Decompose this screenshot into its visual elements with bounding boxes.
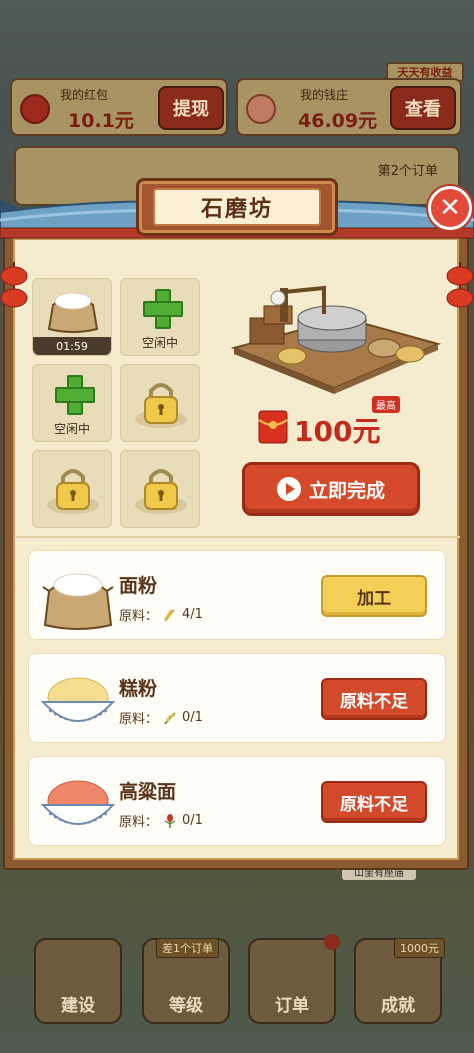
view-button[interactable]: 查看 xyxy=(390,86,456,130)
withdraw-button[interactable]: 提现 xyxy=(158,86,224,130)
left-lantern-icon xyxy=(0,262,28,308)
red-packet-wallet: 我的红包 10.1元 提现 xyxy=(10,78,228,136)
slot-timer: 01:59 xyxy=(33,337,111,355)
max-badge: 最高 xyxy=(372,396,400,413)
recipe-name: 高粱面 xyxy=(119,781,177,803)
material-count: 4/1 xyxy=(182,607,203,622)
cake-flour-bowl-icon xyxy=(40,677,116,722)
recipe-material: 原料： 0/1 xyxy=(119,708,203,727)
bank-wallet: 我的钱庄 46.09元 查看 xyxy=(236,78,462,136)
red-envelope-icon xyxy=(20,94,50,124)
production-slots: 01:59 空闲中 空闲中 xyxy=(32,278,202,530)
slot-locked[interactable] xyxy=(120,450,200,528)
slot-locked[interactable] xyxy=(32,450,112,528)
nav-order-label: 订单 xyxy=(275,996,309,1016)
bank-value: 46.09元 xyxy=(298,110,378,132)
insufficient-material-button[interactable]: 原料不足 xyxy=(321,781,427,823)
complete-now-label: 立即完成 xyxy=(308,479,385,502)
slot-busy[interactable]: 01:59 xyxy=(32,278,112,356)
insufficient-material-button[interactable]: 原料不足 xyxy=(321,678,427,720)
material-count: 0/1 xyxy=(182,710,203,725)
slot-idle[interactable]: 空闲中 xyxy=(32,364,112,442)
slot-idle[interactable]: 空闲中 xyxy=(120,278,200,356)
nav-level-tag: 差1个订单 xyxy=(156,938,219,958)
title-plaque: 石磨坊 xyxy=(136,178,338,236)
nav-level-label: 等级 xyxy=(169,996,203,1016)
complete-now-button[interactable]: 立即完成 xyxy=(242,462,420,516)
lock-icon xyxy=(135,469,187,514)
nav-achievement-tag: 1000元 xyxy=(394,938,445,958)
max-reward: 100元 最高 xyxy=(258,396,438,448)
stone-mill-icon xyxy=(230,285,442,394)
nav-achievement-label: 成就 xyxy=(381,996,415,1016)
slot-locked[interactable] xyxy=(120,364,200,442)
nav-achievement-button[interactable]: 1000元 成就 xyxy=(354,938,445,1024)
close-icon: ✕ xyxy=(439,193,461,223)
wheat-icon xyxy=(164,609,175,621)
red-packet-label: 我的红包 xyxy=(60,88,109,102)
nav-order-button[interactable]: 订单 xyxy=(248,934,340,1024)
material-label: 原料： xyxy=(119,712,159,727)
lock-icon xyxy=(47,469,99,514)
flour-sack-icon xyxy=(47,292,99,333)
divider xyxy=(14,536,460,538)
lock-icon xyxy=(135,383,187,428)
play-icon xyxy=(276,477,301,501)
red-packet-value: 10.1元 xyxy=(68,110,134,132)
close-button[interactable]: ✕ xyxy=(428,186,472,230)
material-count: 0/1 xyxy=(182,813,203,828)
reward-amount: 100元 xyxy=(294,415,381,448)
order-card-text: 第2个订单 xyxy=(377,164,438,179)
material-label: 原料： xyxy=(119,815,159,830)
notification-badge xyxy=(324,934,340,950)
recipe-row-cake-flour: 糕粉 原料： 0/1 原料不足 xyxy=(28,653,446,743)
recipe-material: 原料： 0/1 xyxy=(119,811,203,830)
plus-icon xyxy=(55,375,95,415)
modal-title: 石磨坊 xyxy=(153,188,321,226)
right-lantern-icon xyxy=(446,262,474,308)
recipe-name: 面粉 xyxy=(119,575,158,597)
material-label: 原料： xyxy=(119,609,159,624)
nav-level-button[interactable]: 差1个订单 等级 xyxy=(142,938,230,1024)
sorghum-icon xyxy=(164,813,176,828)
plus-icon xyxy=(143,289,183,329)
rice-icon xyxy=(164,711,176,724)
slot-idle-label: 空闲中 xyxy=(53,422,90,436)
recipe-name: 糕粉 xyxy=(119,678,158,700)
nav-build-button[interactable]: 建设 xyxy=(34,938,122,1024)
nav-build-label: 建设 xyxy=(61,996,95,1016)
flour-sack-icon xyxy=(42,573,114,630)
sorghum-flour-bowl-icon xyxy=(40,780,116,825)
recipe-material: 原料： 4/1 xyxy=(119,605,203,624)
bank-label: 我的钱庄 xyxy=(300,88,349,102)
recipe-row-flour: 面粉 原料： 4/1 加工 xyxy=(28,550,446,640)
piggy-bank-icon xyxy=(246,94,276,124)
process-button[interactable]: 加工 xyxy=(321,575,427,617)
recipe-row-sorghum-flour: 高粱面 原料： 0/1 原料不足 xyxy=(28,756,446,846)
bottom-nav: 建设 差1个订单 等级 订单 1000元 成就 xyxy=(0,932,474,1053)
red-envelope-icon xyxy=(258,410,288,444)
slot-idle-label: 空闲中 xyxy=(141,336,178,350)
